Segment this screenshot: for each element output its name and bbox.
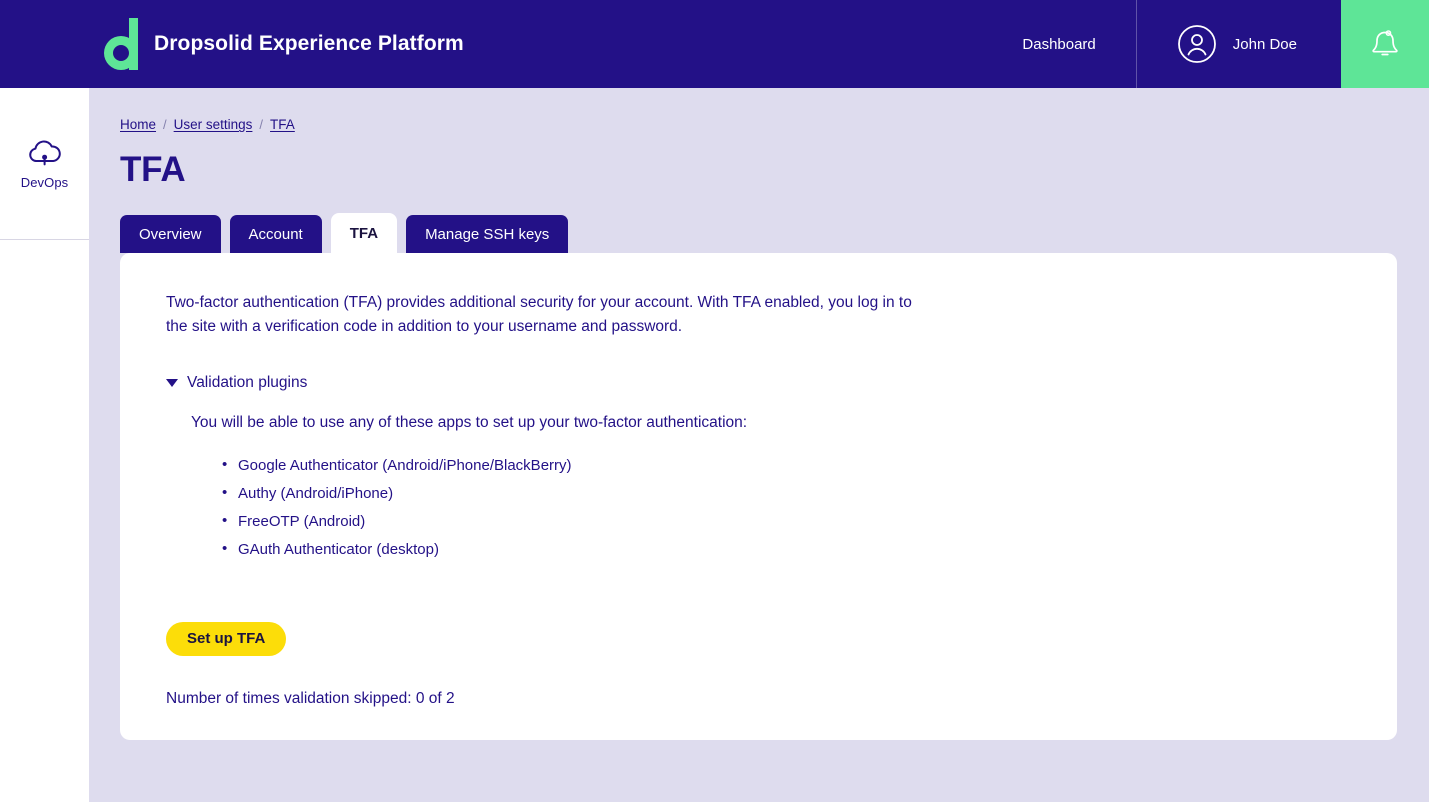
notification-bell-icon (1370, 28, 1400, 60)
set-up-tfa-button[interactable]: Set up TFA (166, 622, 286, 656)
list-item: GAuth Authenticator (desktop) (222, 542, 1351, 557)
app-root: Dropsolid Experience Platform Dashboard … (0, 0, 1429, 802)
user-menu[interactable]: John Doe (1137, 0, 1341, 88)
breadcrumb-item-tfa[interactable]: TFA (270, 117, 295, 132)
tab-bar: Overview Account TFA Manage SSH keys (120, 213, 1397, 253)
tab-manage-ssh-keys[interactable]: Manage SSH keys (406, 215, 568, 253)
tfa-intro-text: Two-factor authentication (TFA) provides… (166, 291, 936, 340)
validation-skipped-count: Number of times validation skipped: 0 of… (166, 690, 1351, 708)
triangle-down-icon (166, 379, 178, 387)
tab-tfa[interactable]: TFA (331, 213, 397, 253)
notifications-button[interactable] (1341, 0, 1429, 88)
tfa-card: Two-factor authentication (TFA) provides… (120, 253, 1397, 740)
user-name-label: John Doe (1233, 36, 1297, 53)
validation-plugins-label: Validation plugins (187, 374, 307, 392)
nav-dashboard-link[interactable]: Dashboard (982, 0, 1135, 88)
validation-plugins-body: You will be able to use any of these app… (166, 414, 1351, 557)
list-item: Authy (Android/iPhone) (222, 486, 1351, 501)
main-content-area: Home / User settings / TFA TFA Overview … (89, 88, 1429, 802)
dropsolid-d-logo-icon (104, 18, 140, 70)
plugins-lead-text: You will be able to use any of these app… (191, 414, 1351, 432)
list-item: Google Authenticator (Android/iPhone/Bla… (222, 458, 1351, 473)
user-avatar-icon (1177, 24, 1217, 64)
breadcrumb-item-user-settings[interactable]: User settings (174, 117, 253, 132)
tab-account[interactable]: Account (230, 215, 322, 253)
validation-plugins-summary[interactable]: Validation plugins (166, 374, 307, 392)
page-title: TFA (120, 150, 1397, 190)
supported-apps-list: Google Authenticator (Android/iPhone/Bla… (191, 458, 1351, 557)
breadcrumb: Home / User settings / TFA (120, 88, 1397, 132)
left-sidebar: DevOps (0, 88, 89, 802)
brand: Dropsolid Experience Platform (0, 0, 464, 88)
sidebar-item-label: DevOps (21, 175, 69, 190)
brand-name: Dropsolid Experience Platform (154, 32, 464, 56)
header-spacer (464, 0, 983, 88)
breadcrumb-separator: / (259, 117, 263, 132)
sidebar-item-devops[interactable]: DevOps (0, 88, 89, 240)
validation-plugins-disclosure[interactable]: Validation plugins You will be able to u… (166, 374, 1351, 557)
cloud-icon (26, 137, 64, 167)
content-inner: Home / User settings / TFA TFA Overview … (89, 88, 1429, 740)
tab-overview[interactable]: Overview (120, 215, 221, 253)
breadcrumb-separator: / (163, 117, 167, 132)
top-header: Dropsolid Experience Platform Dashboard … (0, 0, 1429, 88)
list-item: FreeOTP (Android) (222, 514, 1351, 529)
breadcrumb-item-home[interactable]: Home (120, 117, 156, 132)
